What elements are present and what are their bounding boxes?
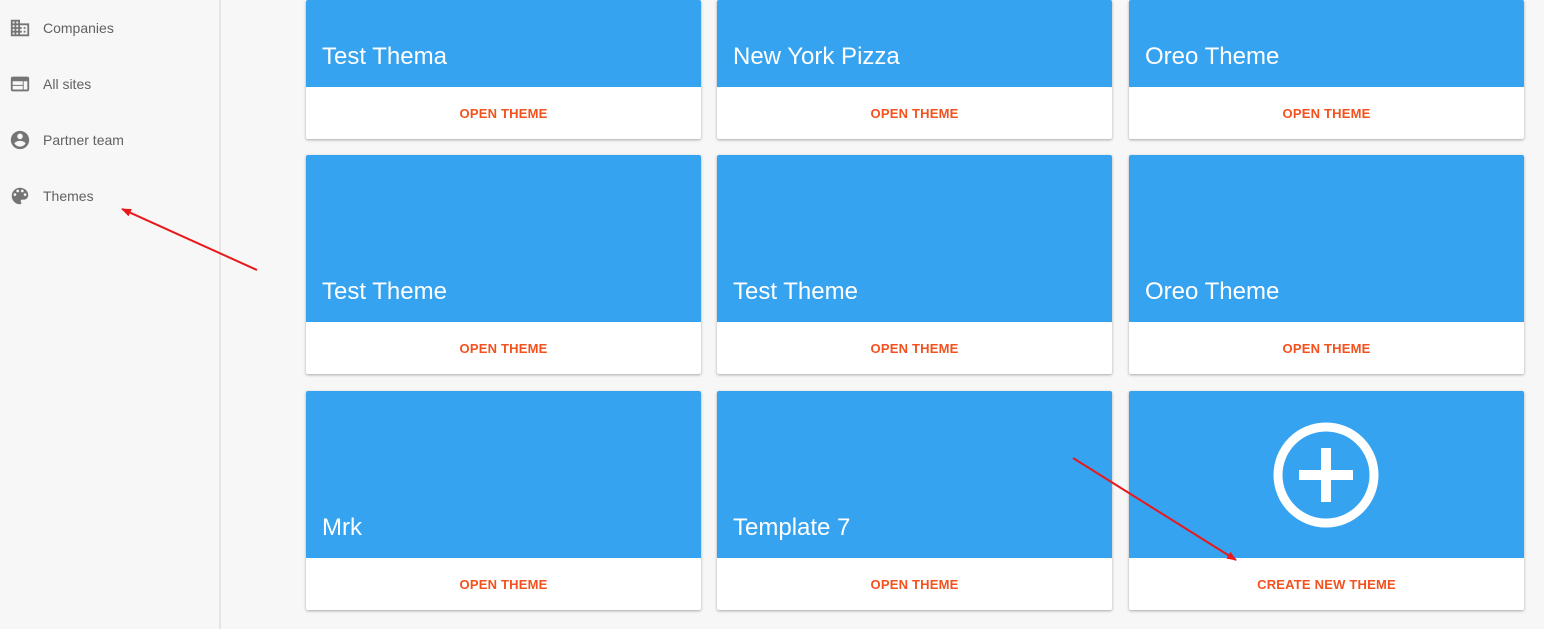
theme-card[interactable]: Oreo Theme OPEN THEME: [1129, 0, 1524, 139]
card-header: New York Pizza: [717, 0, 1112, 87]
open-theme-button[interactable]: OPEN THEME: [306, 322, 701, 374]
card-header: Oreo Theme: [1129, 0, 1524, 87]
card-header: Test Theme: [717, 155, 1112, 322]
theme-title: Oreo Theme: [1145, 43, 1280, 70]
sidebar-item-label: All sites: [43, 76, 92, 92]
sidebar-item-themes[interactable]: Themes: [0, 176, 219, 216]
theme-card[interactable]: New York Pizza OPEN THEME: [717, 0, 1112, 139]
theme-card[interactable]: Mrk OPEN THEME: [306, 391, 701, 610]
web-icon: [9, 73, 31, 95]
open-theme-button[interactable]: OPEN THEME: [306, 558, 701, 610]
add-circle-icon[interactable]: [1272, 421, 1380, 529]
theme-title: Test Theme: [322, 278, 447, 305]
sidebar-item-label: Partner team: [43, 132, 124, 148]
card-header: Test Thema: [306, 0, 701, 87]
theme-title: Oreo Theme: [1145, 278, 1280, 305]
sidebar-item-label: Companies: [43, 20, 114, 36]
create-theme-card[interactable]: CREATE NEW THEME: [1129, 391, 1524, 610]
theme-title: New York Pizza: [733, 43, 900, 70]
sidebar-item-companies[interactable]: Companies: [0, 8, 219, 48]
theme-card[interactable]: Test Theme OPEN THEME: [306, 155, 701, 374]
sidebar-item-label: Themes: [43, 188, 94, 204]
create-new-theme-button[interactable]: CREATE NEW THEME: [1129, 558, 1524, 610]
open-theme-button[interactable]: OPEN THEME: [1129, 322, 1524, 374]
theme-title: Template 7: [733, 514, 851, 541]
open-theme-button[interactable]: OPEN THEME: [1129, 87, 1524, 139]
theme-title: Mrk: [322, 514, 362, 541]
card-header: Template 7: [717, 391, 1112, 558]
sidebar: Companies All sites Partner team Themes: [0, 0, 221, 629]
palette-icon: [9, 185, 31, 207]
open-theme-button[interactable]: OPEN THEME: [306, 87, 701, 139]
theme-card[interactable]: Test Thema OPEN THEME: [306, 0, 701, 139]
theme-card[interactable]: Oreo Theme OPEN THEME: [1129, 155, 1524, 374]
card-header: Oreo Theme: [1129, 155, 1524, 322]
open-theme-button[interactable]: OPEN THEME: [717, 87, 1112, 139]
theme-title: Test Theme: [733, 278, 858, 305]
sidebar-item-all-sites[interactable]: All sites: [0, 64, 219, 104]
themes-grid: Test Thema OPEN THEME New York Pizza OPE…: [223, 0, 1544, 629]
theme-card[interactable]: Test Theme OPEN THEME: [717, 155, 1112, 374]
theme-title: Test Thema: [322, 43, 447, 70]
account-circle-icon: [9, 129, 31, 151]
open-theme-button[interactable]: OPEN THEME: [717, 558, 1112, 610]
card-header: [1129, 391, 1524, 558]
sidebar-item-partner-team[interactable]: Partner team: [0, 120, 219, 160]
building-icon: [9, 17, 31, 39]
card-header: Mrk: [306, 391, 701, 558]
theme-card[interactable]: Template 7 OPEN THEME: [717, 391, 1112, 610]
open-theme-button[interactable]: OPEN THEME: [717, 322, 1112, 374]
card-header: Test Theme: [306, 155, 701, 322]
